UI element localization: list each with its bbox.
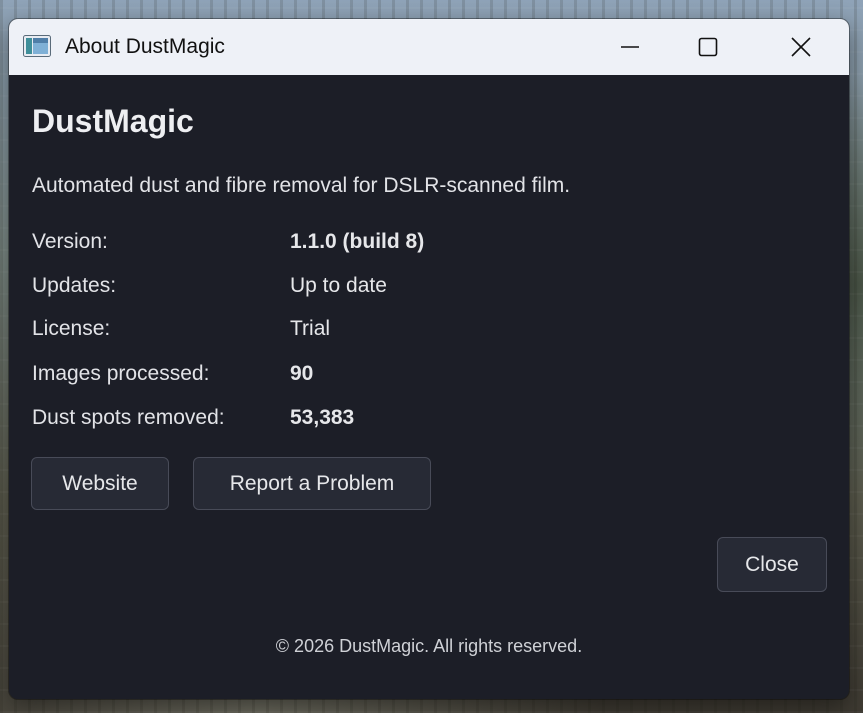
info-label: License:	[32, 317, 111, 340]
close-icon	[791, 37, 811, 57]
info-value: Trial	[290, 317, 331, 340]
minimize-icon	[620, 37, 640, 57]
window-close-button[interactable]	[770, 19, 832, 75]
dialog-content: DustMagic Automated dust and fibre remov…	[9, 75, 849, 699]
info-value: 90	[290, 362, 314, 385]
info-row-license: License: Trial	[32, 317, 732, 347]
maximize-icon	[698, 37, 718, 57]
close-button[interactable]: Close	[717, 537, 827, 592]
info-label: Images processed:	[32, 362, 210, 385]
minimize-button[interactable]	[599, 19, 661, 75]
info-value: 53,383	[290, 406, 355, 429]
website-button[interactable]: Website	[31, 457, 169, 510]
info-label: Version:	[32, 230, 108, 253]
app-name-heading: DustMagic	[32, 103, 194, 139]
info-row-updates: Updates: Up to date	[32, 274, 732, 304]
app-description: Automated dust and fibre removal for DSL…	[32, 174, 571, 197]
window-title: About DustMagic	[65, 35, 225, 58]
info-row-dust-spots-removed: Dust spots removed: 53,383	[32, 406, 732, 436]
info-value: Up to date	[290, 274, 387, 297]
info-label: Dust spots removed:	[32, 406, 225, 429]
about-dialog: About DustMagic DustMagic Automated dust…	[9, 19, 849, 699]
app-window-icon	[23, 35, 51, 57]
report-problem-button[interactable]: Report a Problem	[193, 457, 431, 510]
info-value: 1.1.0 (build 8)	[290, 230, 425, 253]
copyright-footer: © 2026 DustMagic. All rights reserved.	[275, 636, 583, 656]
title-bar[interactable]: About DustMagic	[9, 19, 849, 75]
maximize-button[interactable]	[677, 19, 739, 75]
info-row-images-processed: Images processed: 90	[32, 362, 732, 392]
info-row-version: Version: 1.1.0 (build 8)	[32, 230, 732, 260]
info-label: Updates:	[32, 274, 117, 297]
